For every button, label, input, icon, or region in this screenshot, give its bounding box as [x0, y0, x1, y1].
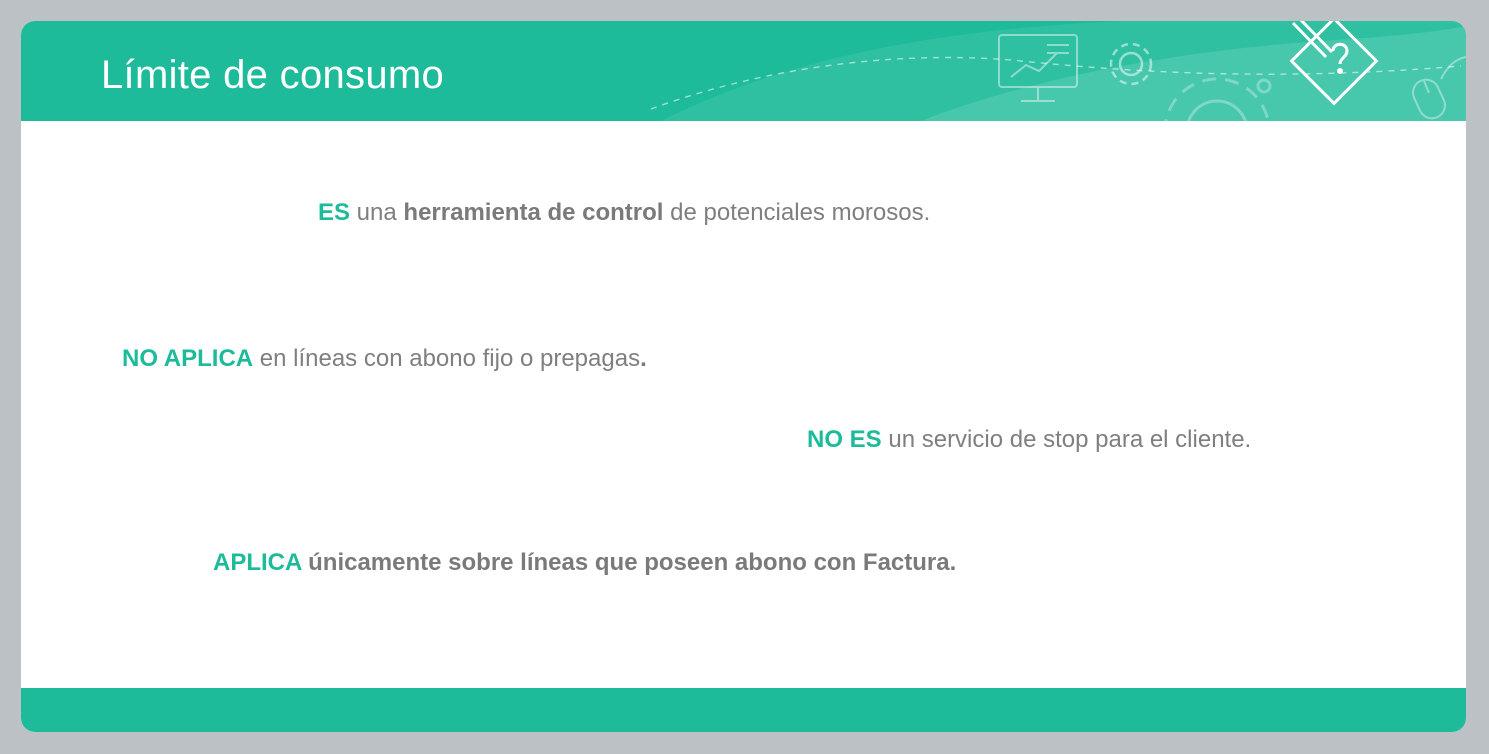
keyword-no-es: NO ES	[807, 426, 882, 453]
text: en líneas con abono fijo o prepagas	[253, 345, 641, 372]
keyword-aplica: APLICA	[213, 549, 302, 576]
bold-text: .	[640, 345, 647, 372]
text: de potenciales morosos.	[663, 199, 931, 226]
statement-aplica: APLICA únicamente sobre líneas que posee…	[213, 548, 956, 578]
statement-es: ES una herramienta de control de potenci…	[318, 198, 930, 228]
header-banner: Límite de consumo	[21, 21, 1466, 121]
text: un servicio de stop para el cliente.	[881, 426, 1252, 453]
statement-no-aplica: NO APLICA en líneas con abono fijo o pre…	[122, 344, 647, 374]
slide-card: Límite de consumo ES una herramienta de …	[21, 21, 1466, 732]
keyword-no-aplica: NO APLICA	[122, 345, 254, 372]
statement-no-es: NO ES un servicio de stop para el client…	[807, 425, 1251, 455]
keyword-es: ES	[318, 199, 351, 226]
bold-text: únicamente sobre líneas que poseen abono…	[301, 549, 957, 576]
text: una	[350, 199, 404, 226]
footer-bar	[21, 688, 1466, 732]
page-title: Límite de consumo	[101, 53, 445, 97]
bold-text: herramienta de control	[403, 199, 664, 226]
